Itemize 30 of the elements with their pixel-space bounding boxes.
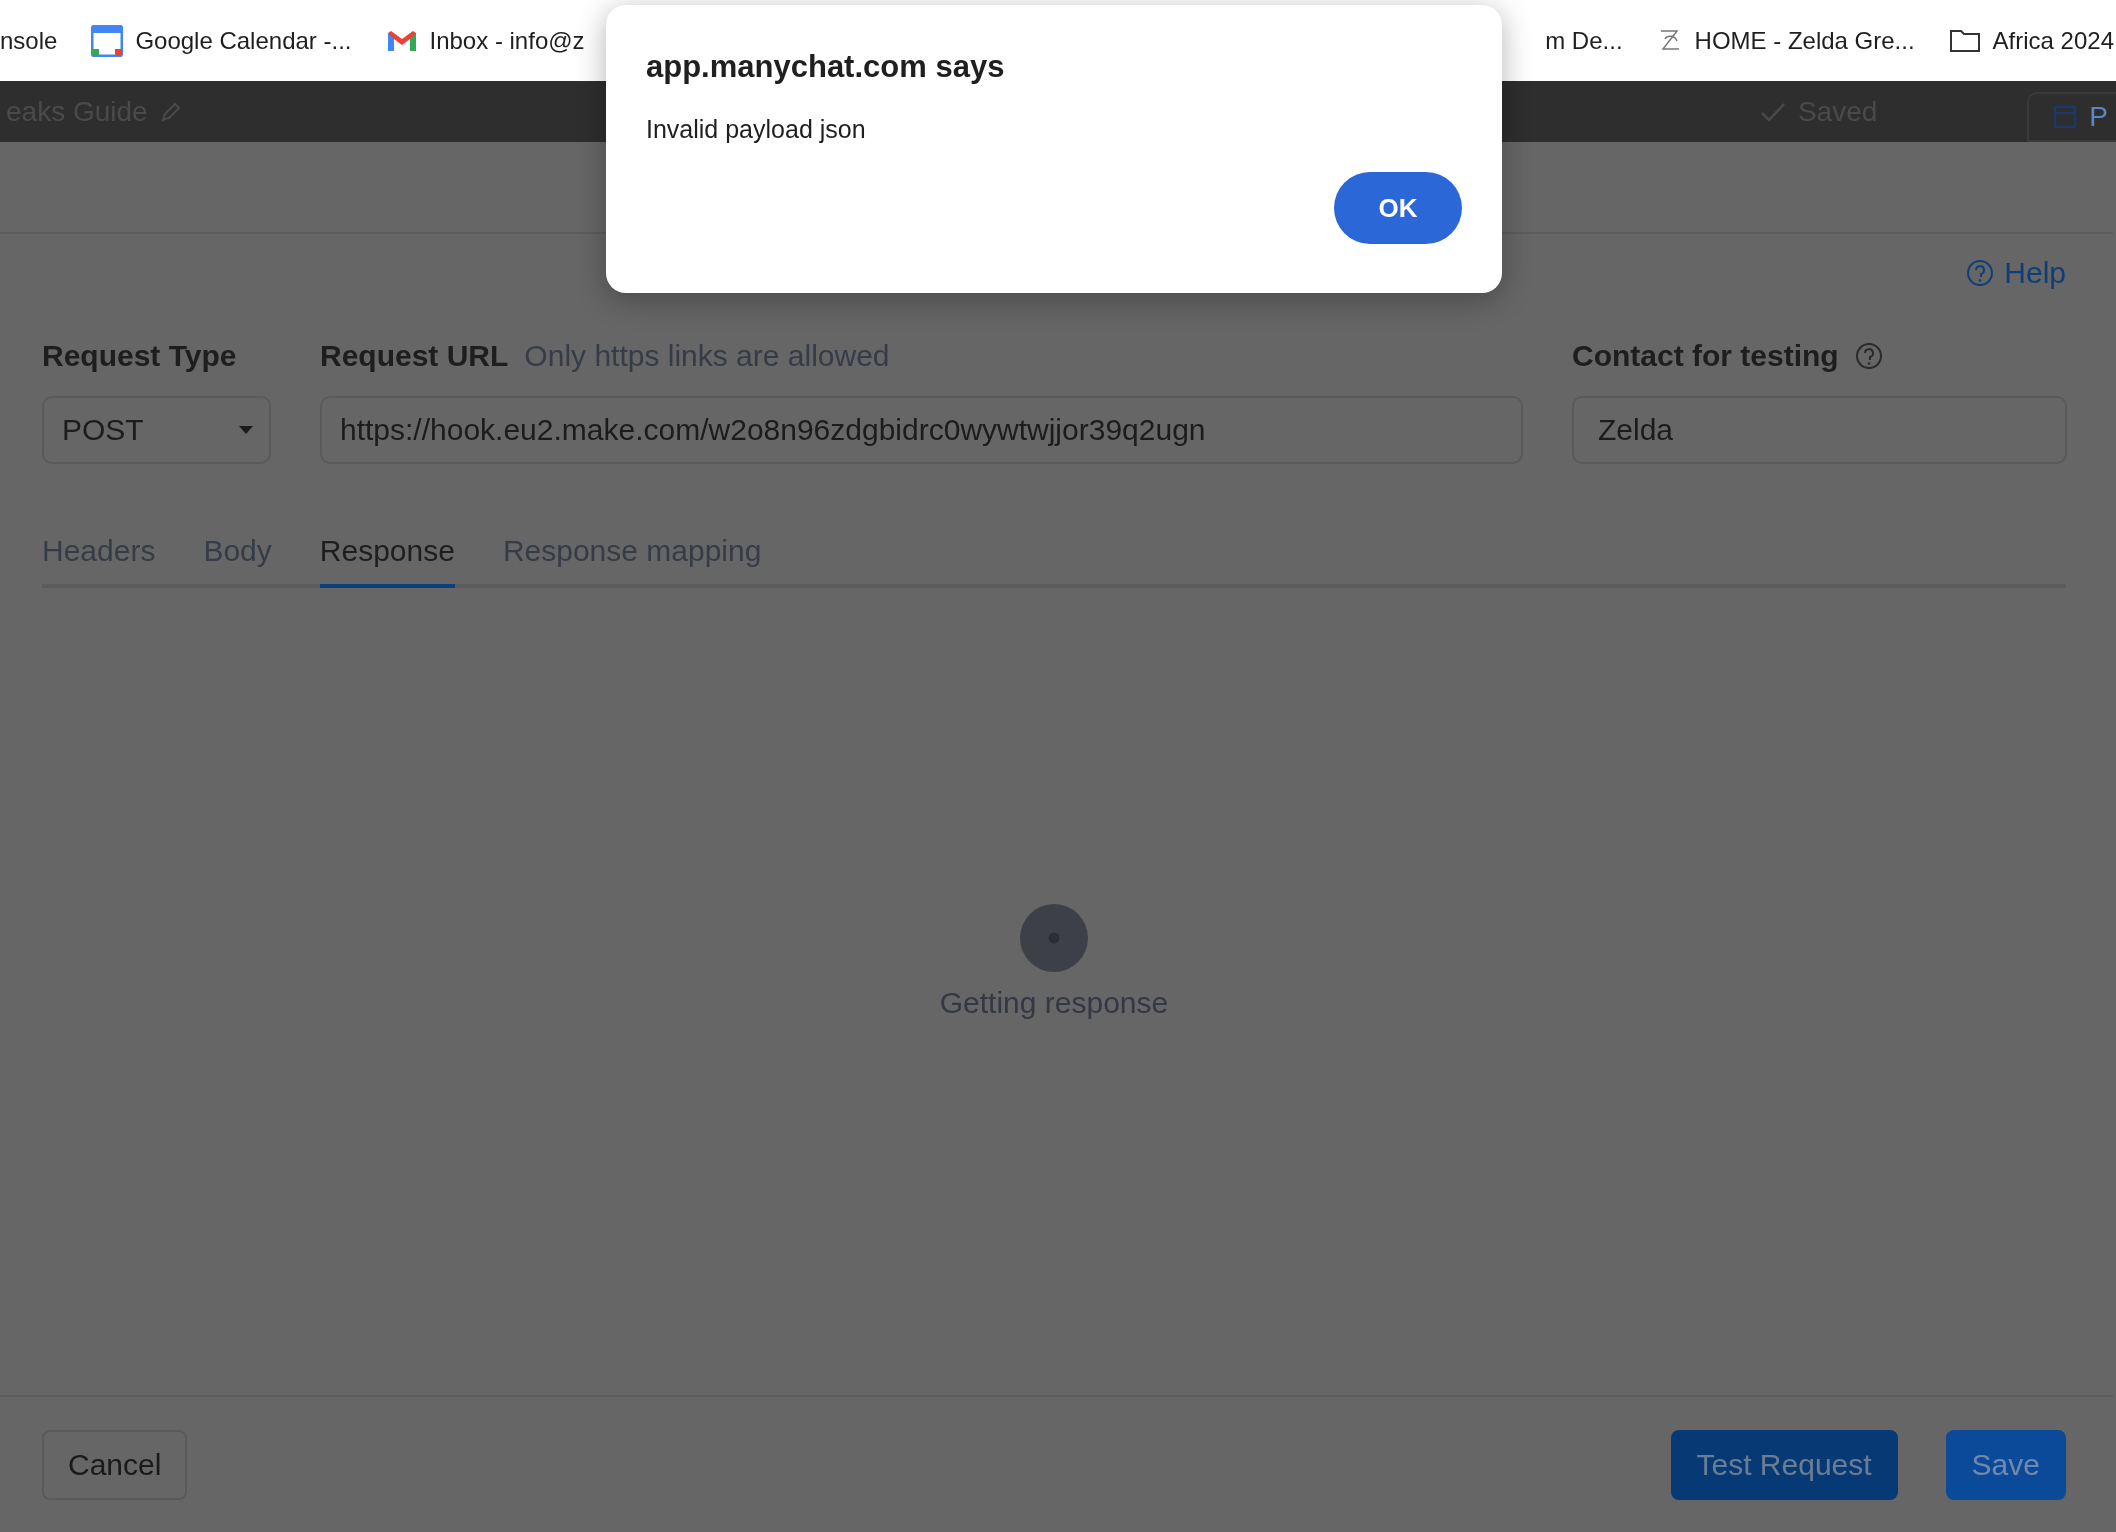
tab[interactable]: Response xyxy=(319,534,455,588)
field-label: Contact for testing xyxy=(1572,339,1839,373)
url-input-field[interactable]: https://hook.eu2.make.com/w2o8n96zdgbidrc0wywtwjjor39q2ugn xyxy=(320,396,1523,464)
field-label: Request URL xyxy=(320,339,509,373)
save-button[interactable]: Save xyxy=(1945,1429,2066,1500)
help-link[interactable]: Help xyxy=(1966,256,2066,290)
ok-button[interactable]: OK xyxy=(1334,172,1462,244)
help-icon xyxy=(1854,342,1883,370)
contact-input-field[interactable]: Zelda xyxy=(1572,396,2067,464)
bookmark-link[interactable]: Inbox - info@z xyxy=(429,26,585,55)
mail-icon xyxy=(385,28,418,53)
bookmark-link[interactable]: HOME - Zelda Gre... xyxy=(1694,26,1915,55)
panel-icon xyxy=(2053,104,2078,129)
bookmark-link[interactable]: Africa 2024 xyxy=(1992,26,2114,55)
bookmark-link[interactable]: Google Calendar -... xyxy=(135,26,352,55)
cancel-button[interactable]: Cancel xyxy=(42,1429,188,1500)
caret-icon xyxy=(239,426,253,434)
folder-icon xyxy=(1948,27,1981,54)
help-icon xyxy=(1966,259,1995,287)
field-label: Request Type xyxy=(42,339,237,373)
pencil-icon xyxy=(159,100,182,123)
loading-spinner-icon xyxy=(1020,903,1088,972)
bookmark-link[interactable]: nsole xyxy=(0,26,58,55)
dialog-title: app.manychat.com says xyxy=(646,49,1006,85)
bookmark-link[interactable]: m De... xyxy=(1545,26,1623,55)
header-button[interactable]: P xyxy=(2027,91,2116,142)
dialog-message: Invalid payload json xyxy=(646,115,867,144)
test-request-button[interactable]: Test Request xyxy=(1670,1429,1898,1500)
request-type-select[interactable]: POST xyxy=(42,396,271,464)
calendar-icon xyxy=(91,24,124,57)
